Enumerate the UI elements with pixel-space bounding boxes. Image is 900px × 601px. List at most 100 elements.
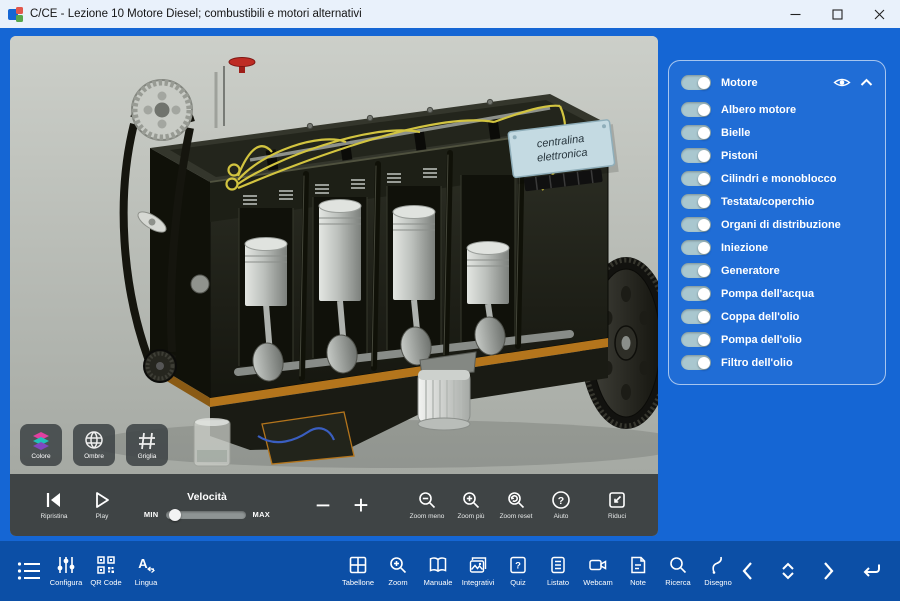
pen-icon [708,555,728,575]
render-tools: Colore Ombre Griglia [20,424,168,466]
close-button[interactable] [858,0,900,28]
colore-button[interactable]: Colore [20,424,62,466]
maximize-icon [832,9,843,20]
quiz-card-icon: ? [508,555,528,575]
search-icon [668,555,688,575]
nav-next-button[interactable] [810,560,846,582]
toggle-iniezione[interactable] [681,240,711,255]
configura-button[interactable]: Configura [46,555,86,587]
toggle-filtro-olio[interactable] [681,355,711,370]
manuale-button[interactable]: Manuale [418,555,458,587]
chevrons-vertical-icon [777,560,799,582]
toggle-distribuzione[interactable] [681,217,711,232]
chevron-left-icon [738,560,758,582]
lingua-button[interactable]: A Lingua [126,555,166,587]
collapse-chevron-icon[interactable] [860,78,873,87]
zoom-button[interactable]: Zoom [378,555,418,587]
images-icon [468,555,488,575]
app-toolbar: Configura QR Code A Lingua Tabellone Zoo… [0,541,900,601]
ombre-button[interactable]: Ombre [73,424,115,466]
griglia-label: Griglia [138,453,157,460]
minimize-button[interactable] [774,0,816,28]
speed-decrease-button[interactable]: − [304,495,342,515]
riduci-button[interactable]: Riduci [594,490,640,520]
note-button[interactable]: Note [618,555,658,587]
speed-increase-button[interactable]: + [342,495,380,515]
nav-updown-button[interactable] [770,560,806,582]
skip-start-icon [43,490,65,510]
note-icon [628,555,648,575]
speed-slider[interactable] [166,511,246,519]
panel-row: Testata/coperchio [681,190,873,213]
toggle-bielle[interactable] [681,125,711,140]
panel-row: Pompa dell'olio [681,328,873,351]
grid-icon [136,430,158,452]
playback-controlbar: Ripristina Play Velocità MIN MAX − + Zoo… [10,474,658,536]
chevron-right-icon [818,560,838,582]
toggle-coppa-olio[interactable] [681,309,711,324]
engine-viewport: centralina elettronica [10,36,658,536]
integrativi-button[interactable]: Integrativi [458,555,498,587]
webcam-button[interactable]: Webcam [578,555,618,587]
help-icon: ? [551,490,571,510]
zoom-reset-icon [506,490,526,510]
toggle-motore[interactable] [681,75,711,90]
return-button[interactable] [850,560,892,582]
zoom-reset-button[interactable]: Zoom reset [492,490,540,520]
panel-row: Albero motore [681,98,873,121]
toggle-testata[interactable] [681,194,711,209]
reduce-icon [607,490,627,510]
ombre-label: Ombre [84,453,104,460]
griglia-button[interactable]: Griglia [126,424,168,466]
eye-icon[interactable] [833,76,851,89]
minimize-icon [790,9,801,20]
titlebar: C/CE - Lezione 10 Motore Diesel; combust… [0,0,900,28]
window-title: C/CE - Lezione 10 Motore Diesel; combust… [30,8,362,20]
menu-list-icon [16,560,42,582]
video-camera-icon [588,555,608,575]
zoom-in-button[interactable]: Zoom più [450,490,492,520]
toggle-generatore[interactable] [681,263,711,278]
document-list-icon [548,555,568,575]
toggle-albero-motore[interactable] [681,102,711,117]
panel-header: Motore [681,69,873,96]
play-icon [92,490,112,510]
panel-row: Generatore [681,259,873,282]
maximize-button[interactable] [816,0,858,28]
speed-title: Velocità [187,491,227,503]
help-button[interactable]: ? Aiuto [540,490,582,520]
play-button[interactable]: Play [80,490,124,520]
svg-text:A: A [138,556,148,571]
qr-code-button[interactable]: QR Code [86,555,126,587]
engine-3d-scene[interactable]: centralina elettronica [10,36,658,474]
listato-button[interactable]: Listato [538,555,578,587]
toggle-pistoni[interactable] [681,148,711,163]
table-grid-icon [348,555,368,575]
menu-button[interactable] [12,560,46,582]
panel-row: Cilindri e monoblocco [681,167,873,190]
layers-color-icon [30,430,52,452]
nav-previous-button[interactable] [730,560,766,582]
ricerca-button[interactable]: Ricerca [658,555,698,587]
sliders-icon [56,555,76,575]
toggle-pompa-olio[interactable] [681,332,711,347]
panel-row: Coppa dell'olio [681,305,873,328]
panel-row: Pompa dell'acqua [681,282,873,305]
qr-code-icon [96,555,116,575]
zoom-out-button[interactable]: Zoom meno [404,490,450,520]
speed-slider-knob[interactable] [169,509,181,521]
svg-text:?: ? [558,495,564,507]
speed-control: Velocità MIN MAX [134,491,280,519]
quiz-button[interactable]: ? Quiz [498,555,538,587]
panel-row: Filtro dell'olio [681,351,873,374]
zoom-in-icon [461,490,481,510]
oil-filter [418,352,476,430]
toggle-pompa-acqua[interactable] [681,286,711,301]
app-icon [8,7,23,22]
toggle-cilindri[interactable] [681,171,711,186]
ripristina-button[interactable]: Ripristina [28,490,80,520]
speed-max-label: MAX [253,510,271,519]
tabellone-button[interactable]: Tabellone [338,555,378,587]
panel-title: Motore [721,77,758,89]
panel-row: Pistoni [681,144,873,167]
